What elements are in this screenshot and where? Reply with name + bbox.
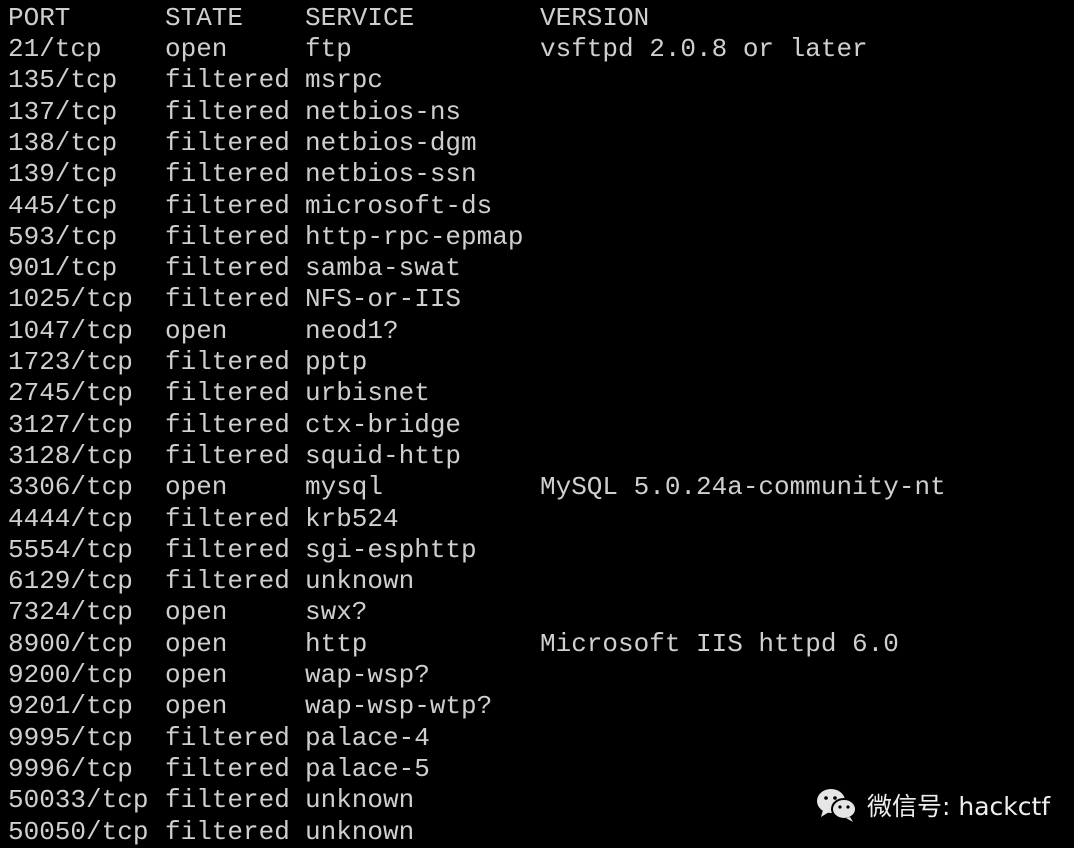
wechat-icon — [817, 789, 857, 822]
cell-service: pptp — [305, 347, 368, 377]
cell-port: 9201/tcp — [8, 691, 133, 722]
cell-port: 3306/tcp — [8, 472, 133, 503]
cell-version: vsftpd 2.0.8 or later — [540, 34, 868, 64]
cell-state: filtered — [165, 534, 290, 565]
cell-state: filtered — [165, 221, 290, 252]
cell-state: open — [165, 597, 228, 628]
cell-state: open — [165, 691, 228, 722]
cell-port: 445/tcp — [8, 190, 118, 221]
cell-state: filtered — [165, 127, 290, 158]
cell-port: 7324/tcp — [8, 597, 133, 628]
cell-service: unknown — [305, 785, 415, 816]
cell-state: filtered — [165, 190, 290, 221]
watermark: 微信号: hackctf — [815, 785, 1050, 825]
cell-state: open — [165, 472, 228, 503]
cell-state: filtered — [165, 409, 290, 440]
cell-state: filtered — [165, 65, 290, 96]
cell-state: filtered — [165, 159, 290, 190]
cell-service: microsoft-ds — [305, 190, 493, 221]
cell-service: samba-swat — [305, 253, 462, 284]
cell-state: filtered — [165, 284, 290, 315]
cell-state: filtered — [165, 253, 290, 284]
cell-port: 9996/tcp — [8, 753, 133, 784]
cell-service: squid-http — [305, 440, 462, 471]
cell-port: 138/tcp — [8, 127, 118, 158]
cell-service: neod1? — [305, 315, 399, 346]
cell-port: 3127/tcp — [8, 409, 133, 440]
cell-port: 9200/tcp — [8, 660, 133, 690]
cell-service: netbios-dgm — [305, 127, 477, 158]
cell-service: palace-4 — [305, 722, 430, 753]
cell-version: MySQL 5.0.24a-community-nt — [540, 472, 946, 503]
cell-state: filtered — [165, 785, 290, 816]
cell-service: ctx-bridge — [305, 409, 462, 440]
cell-port: 21/tcp — [8, 34, 102, 64]
cell-port: 1025/tcp — [8, 284, 133, 315]
cell-port: 5554/tcp — [8, 534, 133, 565]
terminal-output: PORT STATE SERVICE VERSION 21/tcp open ftp… — [0, 0, 1074, 848]
cell-service: wap-wsp-wtp? — [305, 691, 493, 722]
cell-state: filtered — [165, 347, 290, 377]
cell-state: open — [165, 34, 228, 64]
table-header: PORT STATE SERVICE VERSION — [0, 3, 649, 34]
cell-service: sgi-esphttp — [305, 534, 477, 565]
cell-state: open — [165, 628, 228, 659]
cell-state: filtered — [165, 722, 290, 753]
cell-service: netbios-ssn — [305, 159, 477, 190]
cell-service: msrpc — [305, 65, 384, 96]
cell-service: http-rpc-epmap — [305, 221, 524, 252]
cell-service: netbios-ns — [305, 96, 462, 127]
cell-port: 6129/tcp — [8, 566, 133, 597]
cell-state: filtered — [165, 816, 290, 847]
cell-version: Microsoft IIS httpd 6.0 — [540, 628, 899, 659]
cell-state: open — [165, 660, 228, 690]
cell-state: filtered — [165, 378, 290, 409]
cell-port: 901/tcp — [8, 253, 118, 284]
cell-service: unknown — [305, 816, 415, 847]
cell-state: open — [165, 315, 228, 346]
cell-port: 9995/tcp — [8, 722, 133, 753]
cell-port: 137/tcp — [8, 96, 118, 127]
header-port: PORT — [8, 3, 71, 33]
cell-service: unknown — [305, 566, 415, 597]
cell-port: 1723/tcp — [8, 347, 133, 377]
cell-service: mysql — [305, 472, 384, 503]
cell-port: 50033/tcp — [8, 785, 149, 816]
cell-port: 50050/tcp — [8, 816, 149, 847]
cell-service: http — [305, 628, 368, 659]
cell-port: 8900/tcp — [8, 628, 133, 659]
cell-service: krb524 — [305, 503, 399, 534]
cell-service: NFS-or-IIS — [305, 284, 462, 315]
header-version: VERSION — [540, 3, 650, 33]
header-state: STATE — [165, 3, 244, 33]
cell-port: 135/tcp — [8, 65, 118, 96]
cell-state: filtered — [165, 503, 290, 534]
cell-service: wap-wsp? — [305, 660, 430, 690]
watermark-text: 微信号: hackctf — [867, 792, 1051, 821]
cell-state: filtered — [165, 753, 290, 784]
cell-state: filtered — [165, 566, 290, 597]
cell-port: 1047/tcp — [8, 315, 133, 346]
cell-state: filtered — [165, 96, 290, 127]
cell-port: 593/tcp — [8, 221, 118, 252]
cell-port: 2745/tcp — [8, 378, 133, 409]
cell-service: ftp — [305, 34, 352, 64]
cell-service: palace-5 — [305, 753, 430, 784]
cell-state: filtered — [165, 440, 290, 471]
cell-port: 139/tcp — [8, 159, 118, 190]
header-service: SERVICE — [305, 3, 415, 33]
cell-service: urbisnet — [305, 378, 430, 409]
cell-port: 3128/tcp — [8, 440, 133, 471]
cell-service: swx? — [305, 597, 368, 628]
cell-port: 4444/tcp — [8, 503, 133, 534]
